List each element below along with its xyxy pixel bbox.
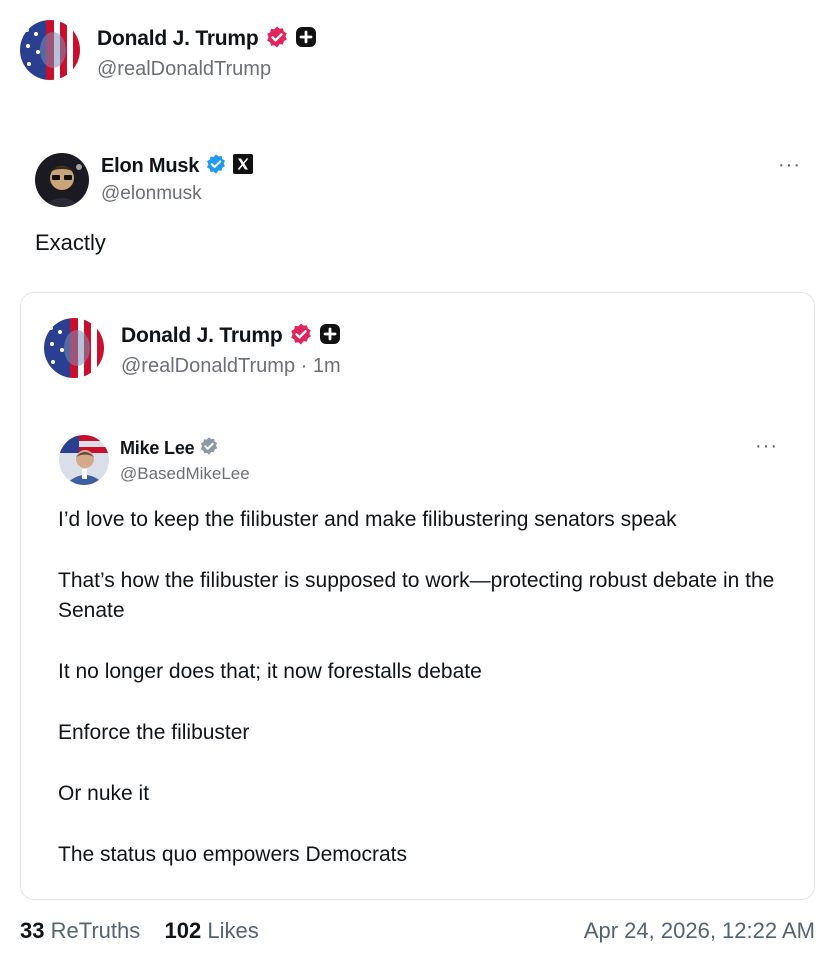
engagement-stats: 33 ReTruths 102 Likes <box>20 918 259 944</box>
x-post-text: Exactly <box>35 230 106 255</box>
verified-badge-icon <box>289 322 313 351</box>
verified-badge-icon <box>265 25 289 54</box>
elon-handle[interactable]: @elonmusk <box>101 183 202 205</box>
post-paragraph: That’s how the filibuster is supposed to… <box>58 569 775 622</box>
verified-badge-icon <box>205 153 227 180</box>
likes-link[interactable]: 102 Likes <box>165 918 259 943</box>
verified-badge-icon <box>199 436 219 461</box>
post-paragraph: I’d love to keep the filibuster and make… <box>58 508 677 531</box>
trump-name[interactable]: Donald J. Trump <box>97 27 259 51</box>
likes-label: Likes <box>207 918 259 943</box>
retruths-label: ReTruths <box>50 918 141 943</box>
mike-lee-handle[interactable]: @BasedMikeLee <box>120 464 250 484</box>
mike-lee-avatar[interactable] <box>59 435 109 485</box>
post-paragraph: Or nuke it <box>58 782 150 805</box>
elon-avatar[interactable] <box>35 153 89 207</box>
trump-handle[interactable]: @realDonaldTrump <box>97 58 271 81</box>
more-options-icon[interactable]: ··· <box>778 155 801 175</box>
truth-plus-icon <box>319 323 341 350</box>
retruths-link[interactable]: 33 ReTruths <box>20 918 140 943</box>
trump-avatar[interactable] <box>20 20 80 80</box>
mike-lee-name[interactable]: Mike Lee <box>120 438 195 459</box>
truth-plus-icon <box>295 26 317 53</box>
quoted-trump-handle[interactable]: @realDonaldTrump · 1m <box>121 355 341 378</box>
post-paragraph: It no longer does that; it now forestall… <box>58 660 482 683</box>
elon-name[interactable]: Elon Musk <box>101 155 199 178</box>
likes-count: 102 <box>164 918 202 943</box>
post-paragraph: The status quo empowers Democrats <box>58 843 407 866</box>
post-paragraph: Enforce the filibuster <box>58 721 250 744</box>
retruths-count: 33 <box>20 918 45 943</box>
x-logo-icon <box>233 153 254 179</box>
timestamp[interactable]: Apr 24, 2026, 12:22 AM <box>584 918 815 944</box>
quoted-trump-name[interactable]: Donald J. Trump <box>121 324 283 348</box>
more-options-icon[interactable]: ··· <box>755 436 778 456</box>
trump-avatar[interactable] <box>44 318 104 378</box>
